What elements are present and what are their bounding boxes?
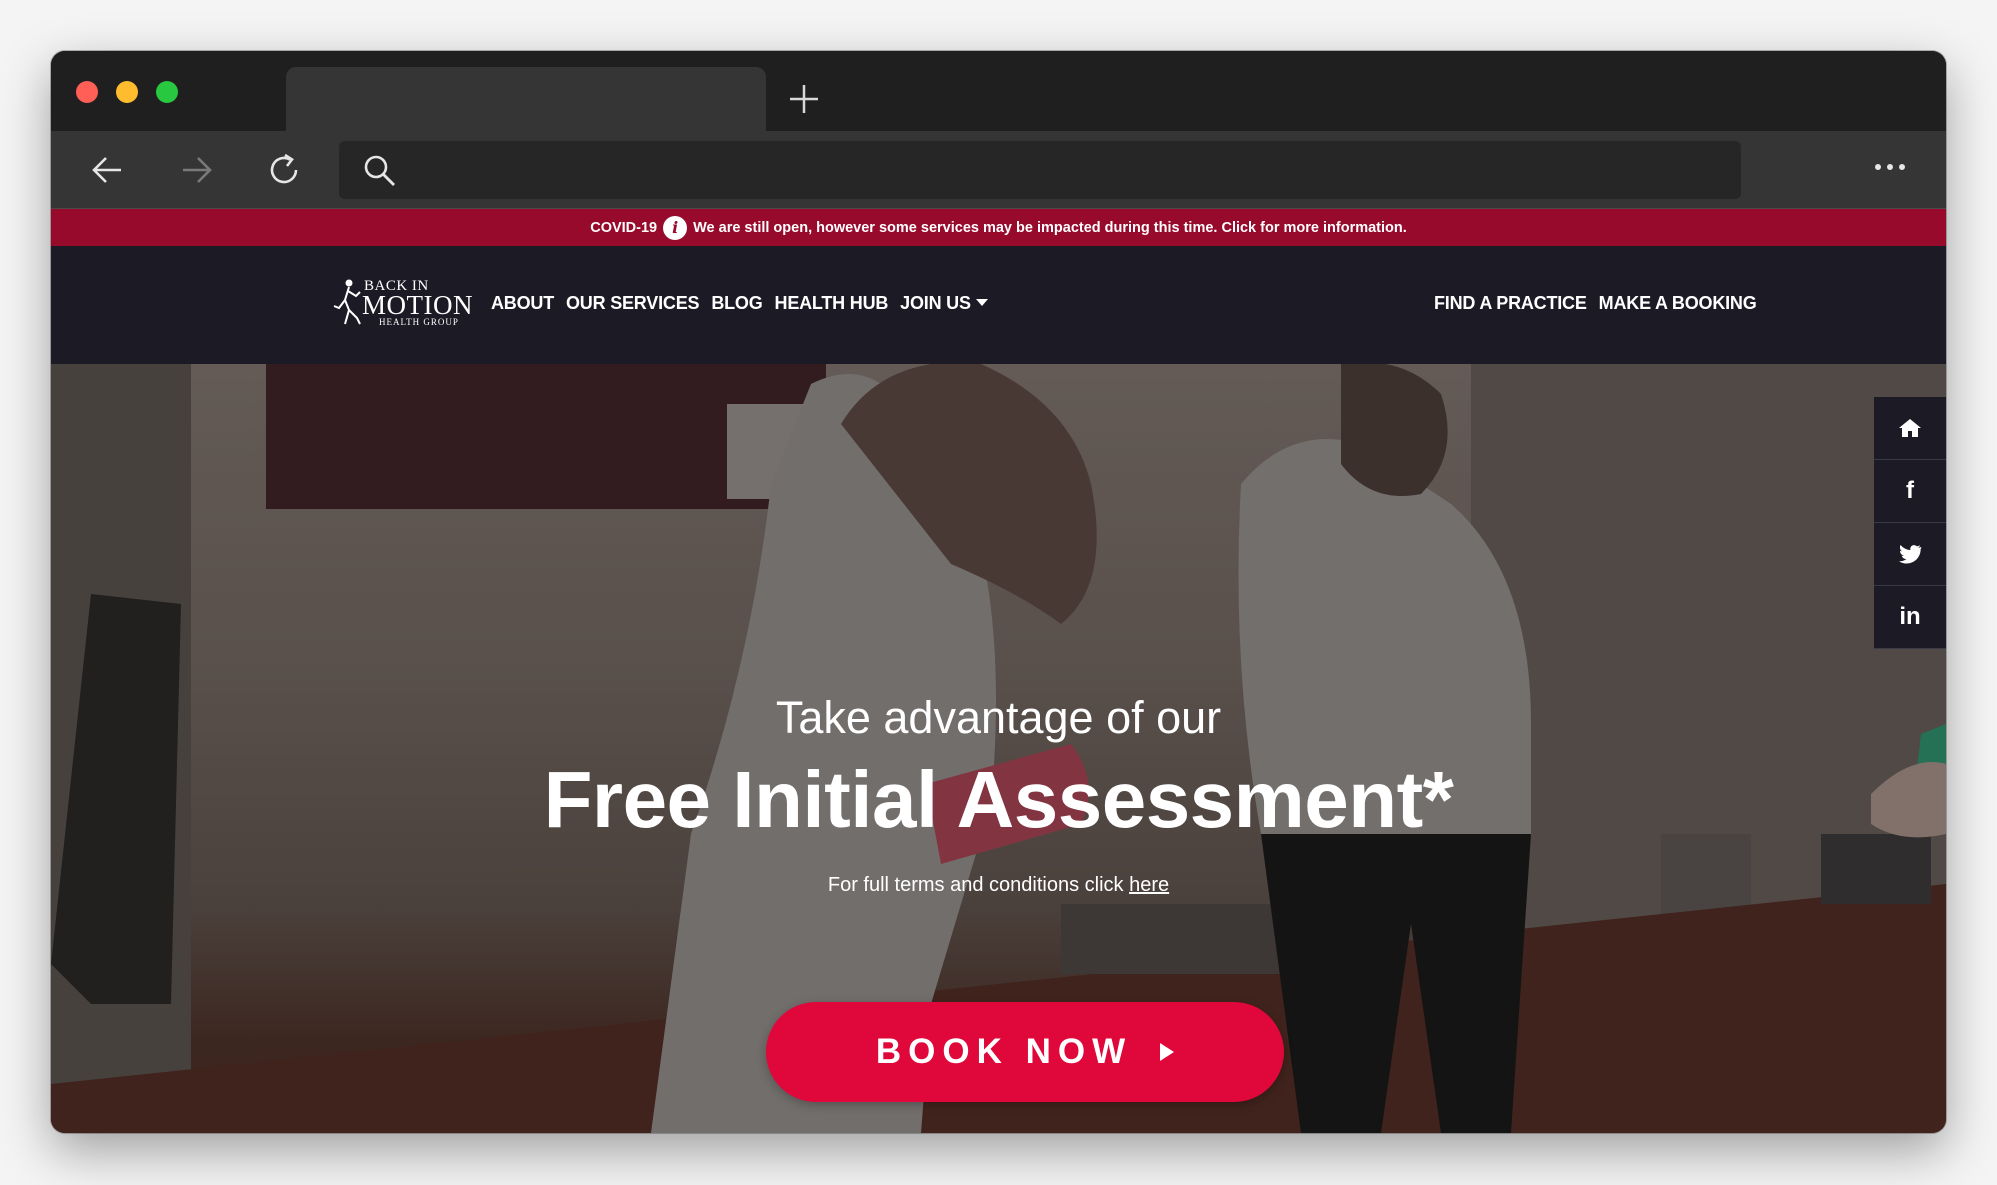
hero-section: f in Take advantage of our Free Initial … <box>51 364 1946 1133</box>
play-arrow-icon <box>1160 1043 1175 1061</box>
twitter-social-button[interactable] <box>1874 523 1946 586</box>
info-icon: i <box>663 215 688 240</box>
site-logo[interactable]: BACK IN MOTION HEALTH GROUP <box>332 276 473 332</box>
book-now-button[interactable]: BOOK NOW <box>766 1002 1284 1102</box>
facebook-social-button[interactable]: f <box>1874 460 1946 523</box>
minimize-window-button[interactable] <box>116 81 138 103</box>
nav-make-a-booking[interactable]: MAKE A BOOKING <box>1599 293 1757 314</box>
reload-icon[interactable] <box>263 149 305 191</box>
close-window-button[interactable] <box>76 81 98 103</box>
covid-banner[interactable]: COVID-19 i We are still open, however so… <box>51 209 1946 246</box>
linkedin-icon: in <box>1899 603 1921 630</box>
browser-tab[interactable] <box>286 67 766 131</box>
covid-message: We are still open, however some services… <box>693 219 1407 236</box>
caret-down-icon <box>975 299 988 306</box>
zoom-window-button[interactable] <box>156 81 178 103</box>
new-tab-icon[interactable] <box>784 79 824 119</box>
nav-health-hub[interactable]: HEALTH HUB <box>775 293 889 314</box>
nav-join-us: JOIN US <box>900 293 971 313</box>
social-sidebar: f in <box>1874 397 1946 649</box>
facebook-icon: f <box>1906 477 1914 504</box>
home-social-button[interactable] <box>1874 397 1946 460</box>
nav-blog[interactable]: BLOG <box>711 293 762 314</box>
covid-label: COVID-19 <box>590 219 658 236</box>
hero-title: Free Initial Assessment* <box>543 755 1454 844</box>
back-arrow-icon[interactable] <box>87 149 129 191</box>
nav-our-services[interactable]: OUR SERVICES <box>566 293 700 314</box>
more-options-icon[interactable] <box>1873 157 1907 177</box>
logo-line-3: HEALTH GROUP <box>379 317 459 327</box>
linkedin-social-button[interactable]: in <box>1874 586 1946 649</box>
home-icon <box>1899 419 1921 437</box>
browser-window: COVID-19 i We are still open, however so… <box>51 51 1946 1133</box>
hero-subtitle: Take advantage of our <box>775 692 1222 743</box>
nav-about[interactable]: ABOUT <box>491 293 554 314</box>
title-bar <box>51 51 1946 131</box>
search-icon <box>364 155 395 186</box>
runner-logo-icon <box>333 279 361 325</box>
hero-terms: For full terms and conditions click here <box>51 874 1946 897</box>
address-bar[interactable] <box>339 141 1741 199</box>
nav-join-us-dropdown[interactable]: JOIN US <box>900 293 988 314</box>
site-navbar: BACK IN MOTION HEALTH GROUP ABOUT OUR SE… <box>51 246 1946 364</box>
forward-arrow-icon[interactable] <box>175 149 217 191</box>
page-viewport: COVID-19 i We are still open, however so… <box>51 209 1946 1133</box>
book-now-label: BOOK NOW <box>875 1032 1133 1071</box>
browser-toolbar <box>51 131 1946 209</box>
terms-link[interactable]: here <box>1129 874 1169 896</box>
secondary-menu: FIND A PRACTICE MAKE A BOOKING <box>1434 293 1757 314</box>
terms-text: For full terms and conditions click <box>827 874 1124 896</box>
nav-find-a-practice[interactable]: FIND A PRACTICE <box>1434 293 1587 314</box>
main-menu: ABOUT OUR SERVICES BLOG HEALTH HUB JOIN … <box>491 293 988 314</box>
twitter-icon <box>1899 545 1922 564</box>
